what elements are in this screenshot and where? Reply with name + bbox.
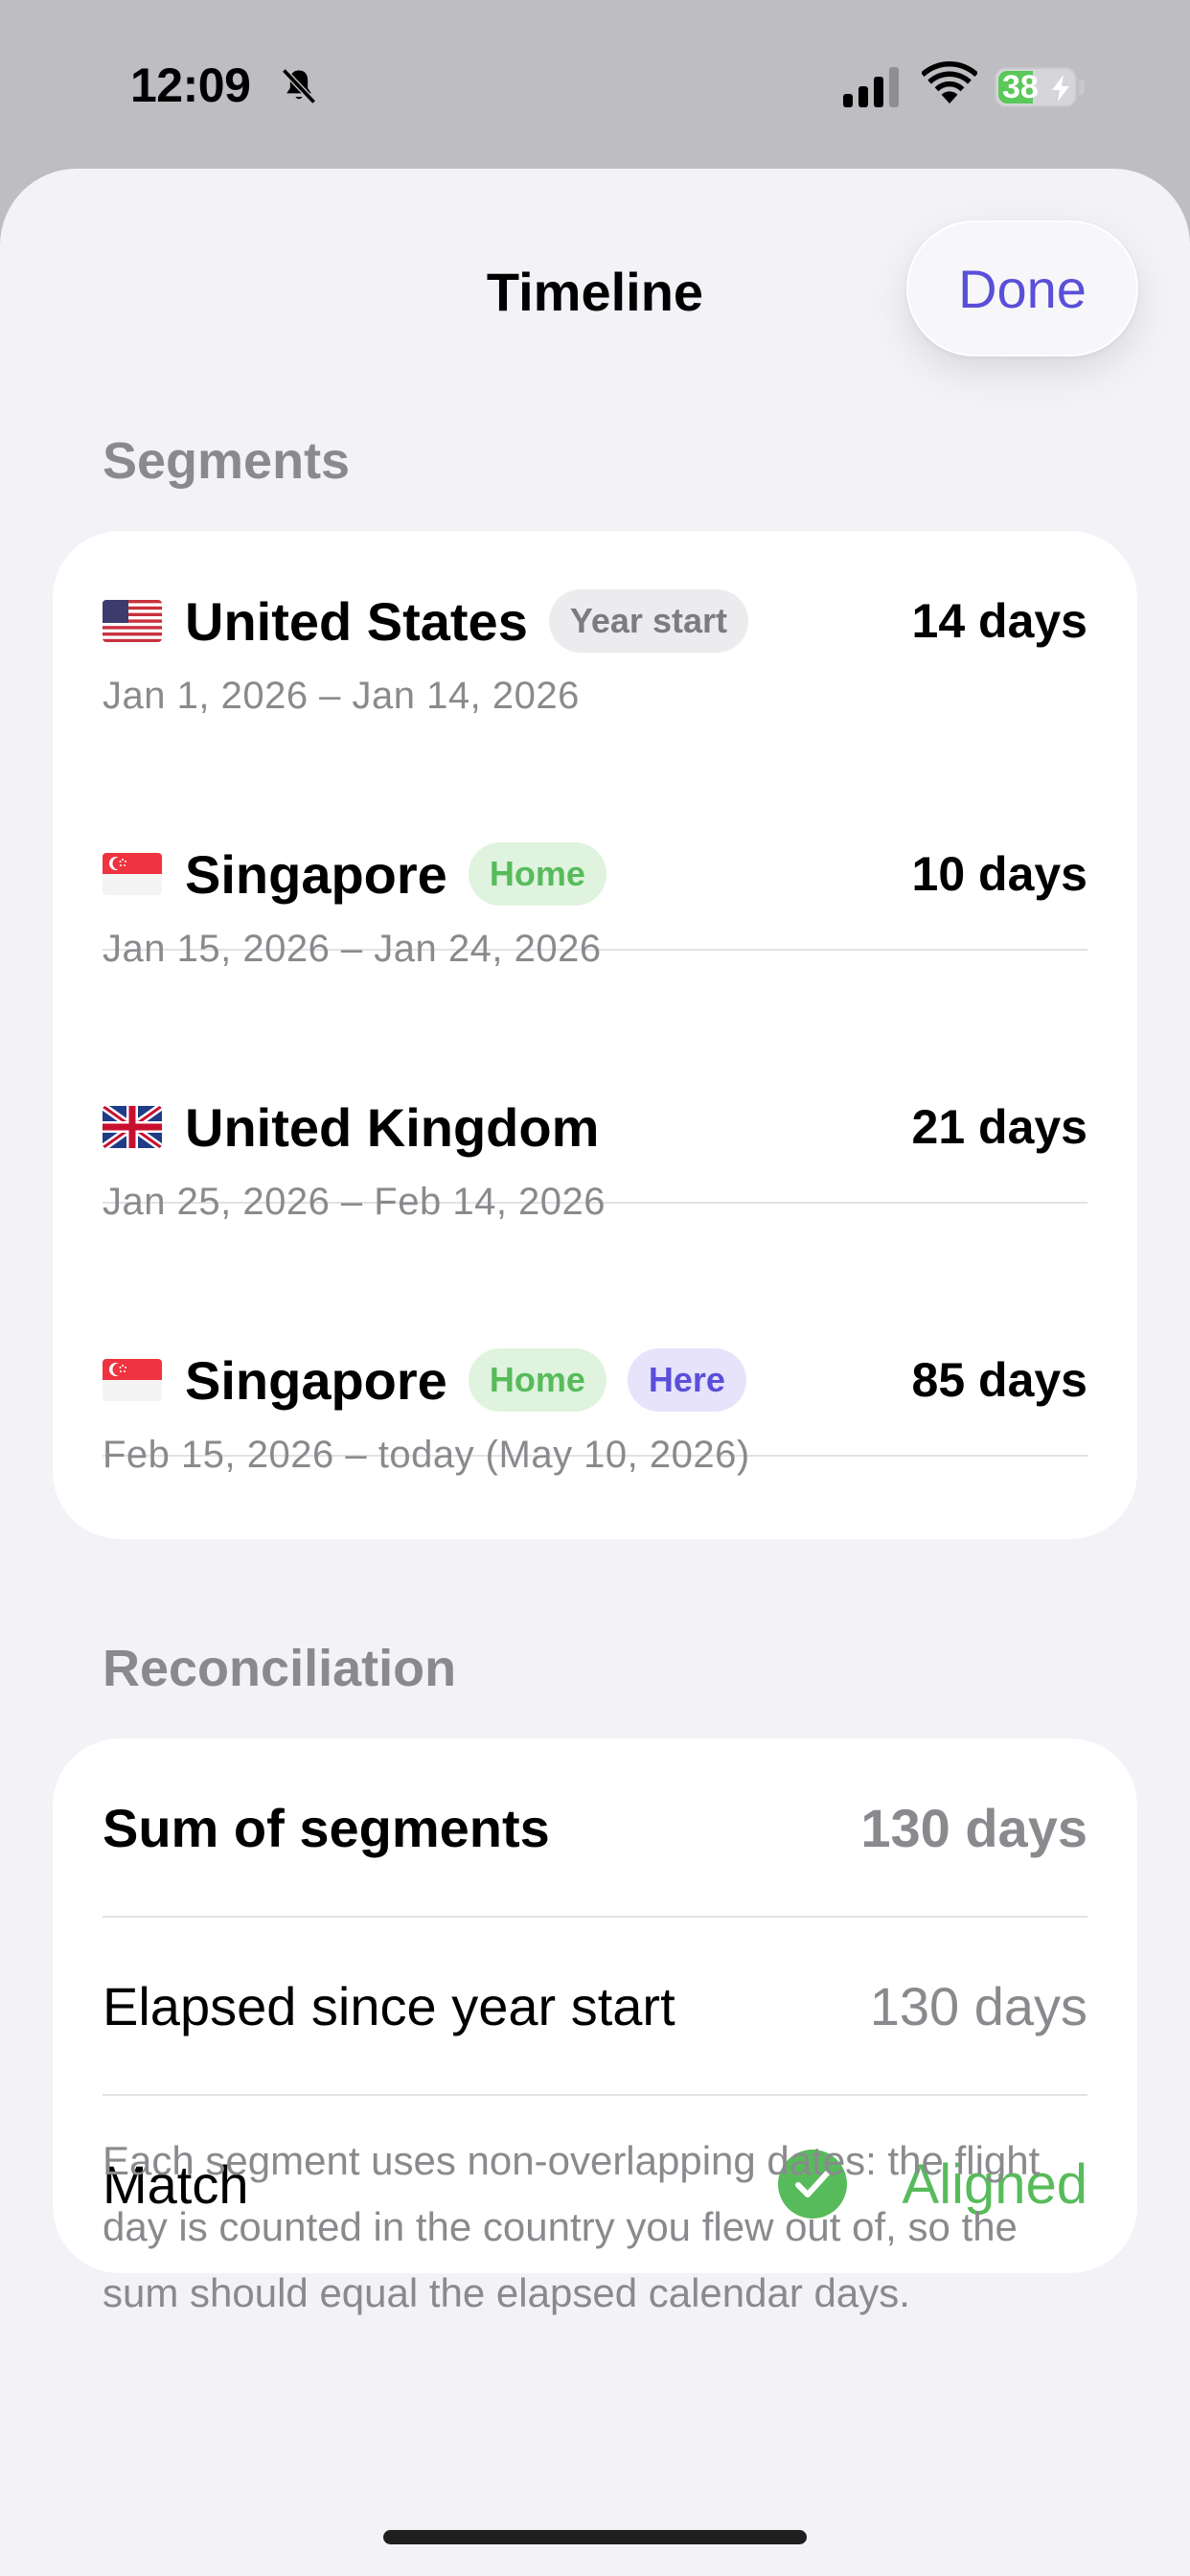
cellular-signal-icon: [843, 67, 899, 107]
segment-row[interactable]: United States Year start 14 days Jan 1, …: [103, 531, 1087, 784]
segment-days: 14 days: [911, 594, 1087, 648]
segment-days: 85 days: [911, 1353, 1087, 1407]
country-name: Singapore: [185, 843, 447, 905]
segment-dates: Jan 15, 2026 – Jan 24, 2026: [103, 928, 602, 970]
country-name: United Kingdom: [185, 1096, 600, 1158]
segment-days: 21 days: [911, 1100, 1087, 1154]
home-badge: Home: [468, 1348, 606, 1412]
gb-flag-icon: [103, 1106, 162, 1148]
reconciliation-section-header: Reconciliation: [103, 1640, 457, 1697]
battery-cap: [1079, 80, 1085, 95]
battery-indicator: 38: [995, 67, 1077, 107]
sum-of-segments-label: Sum of segments: [103, 1797, 550, 1858]
segment-row[interactable]: United Kingdom 21 days Jan 25, 2026 – Fe…: [103, 1037, 1087, 1290]
sg-flag-icon: [103, 1359, 162, 1401]
sg-flag-icon: [103, 853, 162, 895]
sum-of-segments-row: Sum of segments 130 days: [103, 1738, 1087, 1917]
elapsed-row: Elapsed since year start 130 days: [103, 1917, 1087, 2095]
sum-of-segments-value: 130 days: [860, 1797, 1087, 1858]
elapsed-label: Elapsed since year start: [103, 1975, 675, 2036]
segment-row[interactable]: Singapore Home 10 days Jan 15, 2026 – Ja…: [103, 784, 1087, 1037]
status-time: 12:09: [130, 58, 251, 112]
here-badge: Here: [627, 1348, 746, 1412]
segments-card: United States Year start 14 days Jan 1, …: [53, 531, 1137, 1539]
status-bar: 12:09 38: [0, 0, 1190, 169]
segment-dates: Feb 15, 2026 – today (May 10, 2026): [103, 1434, 750, 1476]
home-indicator[interactable]: [383, 2530, 807, 2544]
segment-days: 10 days: [911, 847, 1087, 901]
charging-bolt-icon: [1052, 75, 1069, 102]
home-badge: Home: [468, 842, 606, 906]
wifi-icon: [922, 61, 977, 104]
timeline-sheet: Timeline Done Segments United States Yea…: [0, 169, 1190, 2576]
us-flag-icon: [103, 600, 162, 642]
bell-slash-icon: [282, 68, 316, 104]
done-button[interactable]: Done: [906, 220, 1138, 356]
battery-level: 38: [1002, 69, 1039, 105]
country-name: United States: [185, 590, 528, 652]
year-start-badge: Year start: [548, 589, 748, 653]
segment-row[interactable]: Singapore Home Here 85 days Feb 15, 2026…: [103, 1290, 1087, 1543]
footnote-text: Each segment uses non-overlapping dates:…: [103, 2138, 1041, 2315]
elapsed-value: 130 days: [869, 1975, 1087, 2036]
segment-dates: Jan 25, 2026 – Feb 14, 2026: [103, 1181, 606, 1223]
segments-section-header: Segments: [103, 432, 351, 490]
country-name: Singapore: [185, 1349, 447, 1411]
segment-dates: Jan 1, 2026 – Jan 14, 2026: [103, 675, 580, 717]
